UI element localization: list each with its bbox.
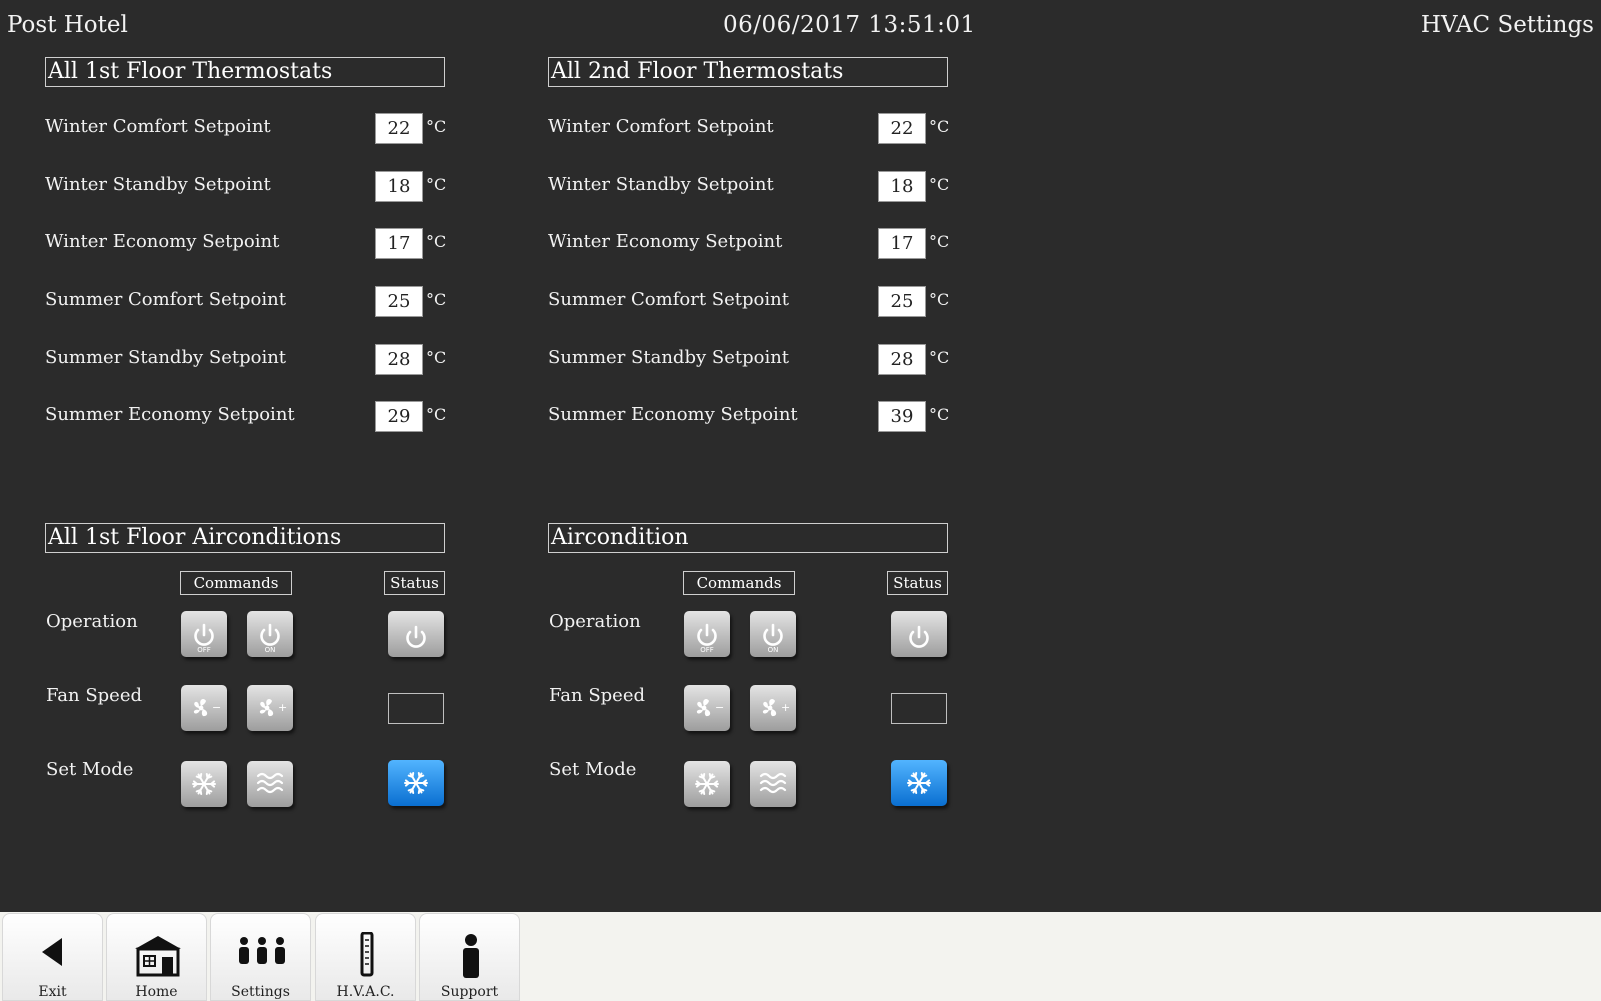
- setpoint-value-input[interactable]: 22: [878, 113, 926, 144]
- nav-button-back-arrow[interactable]: Exit: [2, 913, 103, 1001]
- datetime-display: 06/06/2017 13:51:01: [723, 12, 976, 38]
- status-column-header: Status: [887, 571, 948, 595]
- celsius-unit: °C: [929, 117, 950, 136]
- setpoint-label: Winter Comfort Setpoint: [45, 116, 271, 137]
- fan-speed-down-button[interactable]: −: [684, 685, 730, 731]
- on-text: ON: [767, 646, 779, 654]
- setpoint-value-input[interactable]: 25: [375, 286, 423, 317]
- celsius-unit: °C: [426, 405, 447, 424]
- heat-mode-button[interactable]: [247, 761, 293, 807]
- setpoint-value-input[interactable]: 17: [375, 228, 423, 259]
- on-text: ON: [264, 646, 276, 654]
- commands-column-header: Commands: [180, 571, 292, 595]
- nav-button-label: Support: [440, 984, 499, 1000]
- nav-button-thermometer[interactable]: H.V.A.C.: [315, 913, 416, 1001]
- power-off-button[interactable]: OFF: [684, 611, 730, 657]
- fan-speed-up-button[interactable]: +: [750, 685, 796, 731]
- nav-button-label: Settings: [231, 984, 290, 1000]
- setpoint-label: Winter Standby Setpoint: [45, 174, 271, 195]
- svg-text:−: −: [212, 701, 221, 714]
- aircondition-row-label: Fan Speed: [549, 685, 645, 706]
- mode-status-indicator: [891, 760, 947, 806]
- svg-text:+: +: [781, 701, 790, 714]
- setpoint-label: Winter Economy Setpoint: [45, 231, 280, 252]
- setpoint-label: Summer Standby Setpoint: [548, 347, 790, 368]
- celsius-unit: °C: [426, 290, 447, 309]
- power-on-button[interactable]: ON: [750, 611, 796, 657]
- power-off-button[interactable]: OFF: [181, 611, 227, 657]
- celsius-unit: °C: [929, 232, 950, 251]
- setpoint-value-input[interactable]: 29: [375, 401, 423, 432]
- svg-text:−: −: [715, 701, 724, 714]
- setpoint-value-input[interactable]: 18: [375, 171, 423, 202]
- setpoint-label: Summer Comfort Setpoint: [548, 289, 789, 310]
- aircondition-row-label: Set Mode: [46, 759, 134, 780]
- fan-speed-status-indicator: [891, 693, 947, 724]
- operation-status-indicator: [891, 611, 947, 657]
- nav-button-people[interactable]: Settings: [210, 913, 311, 1001]
- celsius-unit: °C: [426, 175, 447, 194]
- setpoint-value-input[interactable]: 25: [878, 286, 926, 317]
- setpoint-value-input[interactable]: 17: [878, 228, 926, 259]
- aircondition-row-label: Set Mode: [549, 759, 637, 780]
- celsius-unit: °C: [426, 232, 447, 251]
- fan-speed-up-button[interactable]: +: [247, 685, 293, 731]
- aircondition-row-label: Operation: [46, 611, 138, 632]
- fan-speed-status-indicator: [388, 693, 444, 724]
- setpoint-value-input[interactable]: 28: [375, 344, 423, 375]
- commands-column-header: Commands: [683, 571, 795, 595]
- celsius-unit: °C: [929, 405, 950, 424]
- nav-button-label: H.V.A.C.: [336, 984, 395, 1000]
- nav-button-label: Exit: [38, 984, 67, 1000]
- setpoint-value-input[interactable]: 28: [878, 344, 926, 375]
- setpoint-label: Winter Standby Setpoint: [548, 174, 774, 195]
- fan-speed-down-button[interactable]: −: [181, 685, 227, 731]
- aircondition-panel-title: Aircondition: [548, 523, 948, 553]
- nav-button-person[interactable]: Support: [419, 913, 520, 1001]
- app-title: Post Hotel: [7, 12, 128, 38]
- cool-mode-button[interactable]: [684, 761, 730, 807]
- aircondition-panel-title: All 1st Floor Airconditions: [45, 523, 445, 553]
- nav-button-home[interactable]: Home: [106, 913, 207, 1001]
- celsius-unit: °C: [929, 290, 950, 309]
- setpoint-label: Winter Economy Setpoint: [548, 231, 783, 252]
- setpoint-label: Summer Economy Setpoint: [45, 404, 295, 425]
- setpoint-value-input[interactable]: 39: [878, 401, 926, 432]
- off-text: OFF: [197, 646, 211, 654]
- svg-text:+: +: [278, 701, 287, 714]
- page-title: HVAC Settings: [1420, 12, 1594, 38]
- aircondition-row-label: Operation: [549, 611, 641, 632]
- thermostat-panel-title: All 2nd Floor Thermostats: [548, 57, 948, 87]
- mode-status-indicator: [388, 760, 444, 806]
- celsius-unit: °C: [426, 348, 447, 367]
- setpoint-label: Winter Comfort Setpoint: [548, 116, 774, 137]
- celsius-unit: °C: [426, 117, 447, 136]
- thermostat-panel-title: All 1st Floor Thermostats: [45, 57, 445, 87]
- aircondition-row-label: Fan Speed: [46, 685, 142, 706]
- off-text: OFF: [700, 646, 714, 654]
- operation-status-indicator: [388, 611, 444, 657]
- setpoint-value-input[interactable]: 18: [878, 171, 926, 202]
- heat-mode-button[interactable]: [750, 761, 796, 807]
- setpoint-label: Summer Standby Setpoint: [45, 347, 287, 368]
- cool-mode-button[interactable]: [181, 761, 227, 807]
- setpoint-label: Summer Economy Setpoint: [548, 404, 798, 425]
- power-on-button[interactable]: ON: [247, 611, 293, 657]
- nav-button-label: Home: [135, 984, 178, 1000]
- celsius-unit: °C: [929, 348, 950, 367]
- setpoint-value-input[interactable]: 22: [375, 113, 423, 144]
- setpoint-label: Summer Comfort Setpoint: [45, 289, 286, 310]
- celsius-unit: °C: [929, 175, 950, 194]
- status-column-header: Status: [384, 571, 445, 595]
